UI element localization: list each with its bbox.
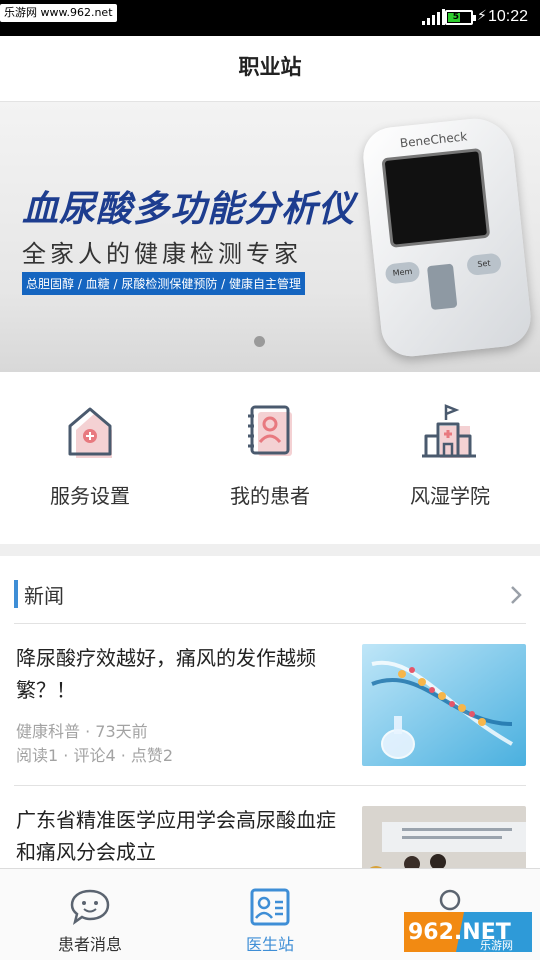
doctor-card-icon <box>250 888 290 926</box>
nav-label: 医生站 <box>245 935 294 954</box>
charging-icon: ⚡ <box>477 8 487 24</box>
banner-title: 血尿酸多功能分析仪 <box>22 189 356 230</box>
status-bar: 乐游网 www.962.net 51 ⚡ 10:22 <box>0 0 540 36</box>
quick-label: 服务设置 <box>50 484 130 508</box>
quick-label: 风湿学院 <box>410 484 490 508</box>
news-item[interactable]: 降尿酸疗效越好，痛风的发作越频繁？！ 健康科普 · 73天前 阅读1 · 评论4… <box>14 624 526 786</box>
device-screen <box>381 147 491 248</box>
quick-label: 我的患者 <box>230 484 310 508</box>
device-set-button: Set <box>466 252 503 276</box>
device-illustration: BeneCheck Mem Set <box>360 114 534 360</box>
house-plus-icon <box>68 407 112 458</box>
news-title: 降尿酸疗效越好，痛风的发作越频繁？！ <box>16 646 316 702</box>
section-divider <box>0 544 540 556</box>
app-header: 职业站 <box>0 36 540 102</box>
page-title: 职业站 <box>238 55 302 79</box>
watermark-caption: 乐游网 <box>480 939 513 952</box>
news-section-header[interactable]: 新闻 <box>14 566 526 624</box>
chat-bubble-icon <box>70 889 110 925</box>
patient-book-icon <box>248 405 292 456</box>
my-patients-button[interactable]: 我的患者 <box>180 402 360 509</box>
quick-menu: 服务设置 我的患者 风湿学院 <box>0 372 540 544</box>
dna-image <box>362 644 526 766</box>
rheumatism-academy-button[interactable]: 风湿学院 <box>360 402 540 509</box>
hospital-flag-icon <box>422 404 476 458</box>
device-strip-slot <box>426 263 458 311</box>
watermark-tag: 乐游网 www.962.net <box>0 4 117 22</box>
service-settings-button[interactable]: 服务设置 <box>0 402 180 509</box>
news-stats: 阅读1 · 评论4 · 点赞2 <box>16 746 174 765</box>
banner-tagline: 总胆固醇 / 血糖 / 尿酸检测保健预防 / 健康自主管理 <box>22 272 306 295</box>
battery-percent: 51 <box>452 12 466 22</box>
signal-icon <box>422 9 445 25</box>
tab-doctor-station[interactable]: 医生站 <box>180 887 360 955</box>
device-mem-button: Mem <box>384 261 421 285</box>
nav-label: 患者消息 <box>57 935 122 954</box>
tab-patient-messages[interactable]: 患者消息 <box>0 887 180 955</box>
news-title: 广东省精准医学应用学会高尿酸血症和痛风分会成立 <box>16 808 336 864</box>
news-section-title: 新闻 <box>24 584 64 608</box>
chevron-right-icon[interactable] <box>508 584 524 606</box>
news-accent-bar <box>14 580 18 608</box>
banner-pager-dot[interactable] <box>254 336 265 347</box>
banner-carousel[interactable]: 血尿酸多功能分析仪 全家人的健康检测专家 总胆固醇 / 血糖 / 尿酸检测保健预… <box>0 102 540 372</box>
device-brand: BeneCheck <box>399 129 468 151</box>
status-time: 10:22 <box>487 8 528 25</box>
battery-icon: 51 <box>445 10 476 25</box>
watermark-logo: 962.NET 乐游网 <box>404 912 532 952</box>
news-source: 健康科普 · 73天前 <box>16 722 148 741</box>
banner-subtitle: 全家人的健康检测专家 <box>22 240 302 268</box>
